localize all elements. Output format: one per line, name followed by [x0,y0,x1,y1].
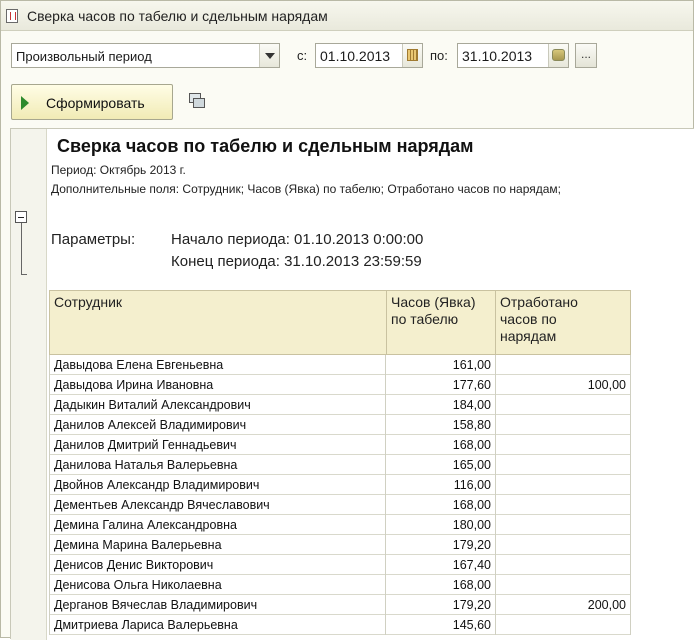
to-date-field[interactable]: 31.10.2013 [457,43,569,68]
from-date-field[interactable]: 01.10.2013 [315,43,423,68]
to-label: по: [430,48,448,63]
column-header-employee: Сотрудник [49,290,387,355]
title-bar: Сверка часов по табелю и сдельным наряда… [1,1,693,31]
employee-name: Дерганов Вячеслав Владимирович [49,595,386,615]
group-bracket [21,223,27,275]
table-row[interactable]: Денисова Ольга Николаевна 168,00 [49,575,631,595]
order-hours [496,475,631,495]
order-hours [496,555,631,575]
to-date-value: 31.10.2013 [462,48,533,64]
calendar-icon [552,49,565,61]
table-row[interactable]: Дмитриева Лариса Валерьевна 145,60 [49,615,631,635]
table-row[interactable]: Давыдова Елена Евгеньевна 161,00 [49,355,631,375]
table-row[interactable]: Данилов Алексей Владимирович 158,80 [49,415,631,435]
order-hours [496,415,631,435]
report-period: Период: Октябрь 2013 г. [51,163,186,177]
employee-name: Демина Марина Валерьевна [49,535,386,555]
table-row[interactable]: Демина Галина Александровна 180,00 [49,515,631,535]
order-hours [496,455,631,475]
collapse-group-icon[interactable] [15,211,27,223]
params-label: Параметры: [51,231,136,248]
generate-button[interactable]: Сформировать [11,84,173,120]
employee-name: Давыдова Елена Евгеньевна [49,355,386,375]
table-row[interactable]: Денисов Денис Викторович 167,40 [49,555,631,575]
table-row[interactable]: Дементьев Александр Вячеславович 168,00 [49,495,631,515]
employee-name: Данилов Алексей Владимирович [49,415,386,435]
order-hours [496,615,631,635]
play-icon [21,96,29,110]
calendar-button[interactable] [402,44,422,67]
report-extra-fields: Дополнительные поля: Сотрудник; Часов (Я… [51,182,562,196]
employee-name: Данилова Наталья Валерьевна [49,455,386,475]
timesheet-hours: 168,00 [386,435,496,455]
generate-label: Сформировать [46,95,145,111]
employee-name: Дементьев Александр Вячеславович [49,495,386,515]
timesheet-hours: 179,20 [386,535,496,555]
timesheet-hours: 179,20 [386,595,496,615]
calendar-button[interactable] [548,44,568,67]
timesheet-hours: 177,60 [386,375,496,395]
order-hours: 200,00 [496,595,631,615]
grouping-gutter [11,129,47,640]
report-app-icon [6,9,18,23]
order-hours [496,575,631,595]
timesheet-hours: 168,00 [386,495,496,515]
order-hours [496,495,631,515]
order-hours [496,395,631,415]
table-body: Давыдова Елена Евгеньевна 161,00 Давыдов… [49,355,631,635]
from-date-value: 01.10.2013 [320,48,391,64]
employee-name: Демина Галина Александровна [49,515,386,535]
period-end: Конец периода: 31.10.2013 23:59:59 [171,253,422,270]
period-settings-button[interactable]: ... [575,43,597,68]
timesheet-hours: 168,00 [386,575,496,595]
table-row[interactable]: Данилова Наталья Валерьевна 165,00 [49,455,631,475]
employee-name: Давыдова Ирина Ивановна [49,375,386,395]
employee-name: Дмитриева Лариса Валерьевна [49,615,386,635]
report-document[interactable]: Сверка часов по табелю и сдельным наряда… [10,128,694,640]
column-header-timesheet-hours: Часов (Явка) по табелю [386,290,496,355]
timesheet-hours: 165,00 [386,455,496,475]
chevron-down-icon[interactable] [259,44,279,67]
table-row[interactable]: Двойнов Александр Владимирович 116,00 [49,475,631,495]
period-type-value: Произвольный период [16,49,152,64]
report-window: Сверка часов по табелю и сдельным наряда… [0,0,694,640]
window-title: Сверка часов по табелю и сдельным наряда… [27,8,328,24]
order-hours [496,435,631,455]
timesheet-hours: 158,80 [386,415,496,435]
report-title: Сверка часов по табелю и сдельным наряда… [57,136,474,156]
order-hours [496,535,631,555]
order-hours [496,355,631,375]
timesheet-hours: 184,00 [386,395,496,415]
period-type-select[interactable]: Произвольный период [11,43,280,68]
column-header-order-hours: Отработано часов по нарядам [495,290,631,355]
report-settings-icon[interactable] [187,91,207,111]
timesheet-hours: 145,60 [386,615,496,635]
from-label: с: [297,48,308,63]
timesheet-hours: 180,00 [386,515,496,535]
period-start: Начало периода: 01.10.2013 0:00:00 [171,231,424,248]
employee-name: Дадыкин Виталий Александрович [49,395,386,415]
calendar-icon [407,49,418,61]
table-row[interactable]: Давыдова Ирина Ивановна 177,60 100,00 [49,375,631,395]
employee-name: Двойнов Александр Владимирович [49,475,386,495]
table-row[interactable]: Данилов Дмитрий Геннадьевич 168,00 [49,435,631,455]
order-hours [496,515,631,535]
timesheet-hours: 116,00 [386,475,496,495]
table-row[interactable]: Дадыкин Виталий Александрович 184,00 [49,395,631,415]
table-row[interactable]: Дерганов Вячеслав Владимирович 179,20 20… [49,595,631,615]
employee-name: Денисов Денис Викторович [49,555,386,575]
employee-name: Денисова Ольга Николаевна [49,575,386,595]
timesheet-hours: 161,00 [386,355,496,375]
timesheet-hours: 167,40 [386,555,496,575]
order-hours: 100,00 [496,375,631,395]
employee-name: Данилов Дмитрий Геннадьевич [49,435,386,455]
table-row[interactable]: Демина Марина Валерьевна 179,20 [49,535,631,555]
